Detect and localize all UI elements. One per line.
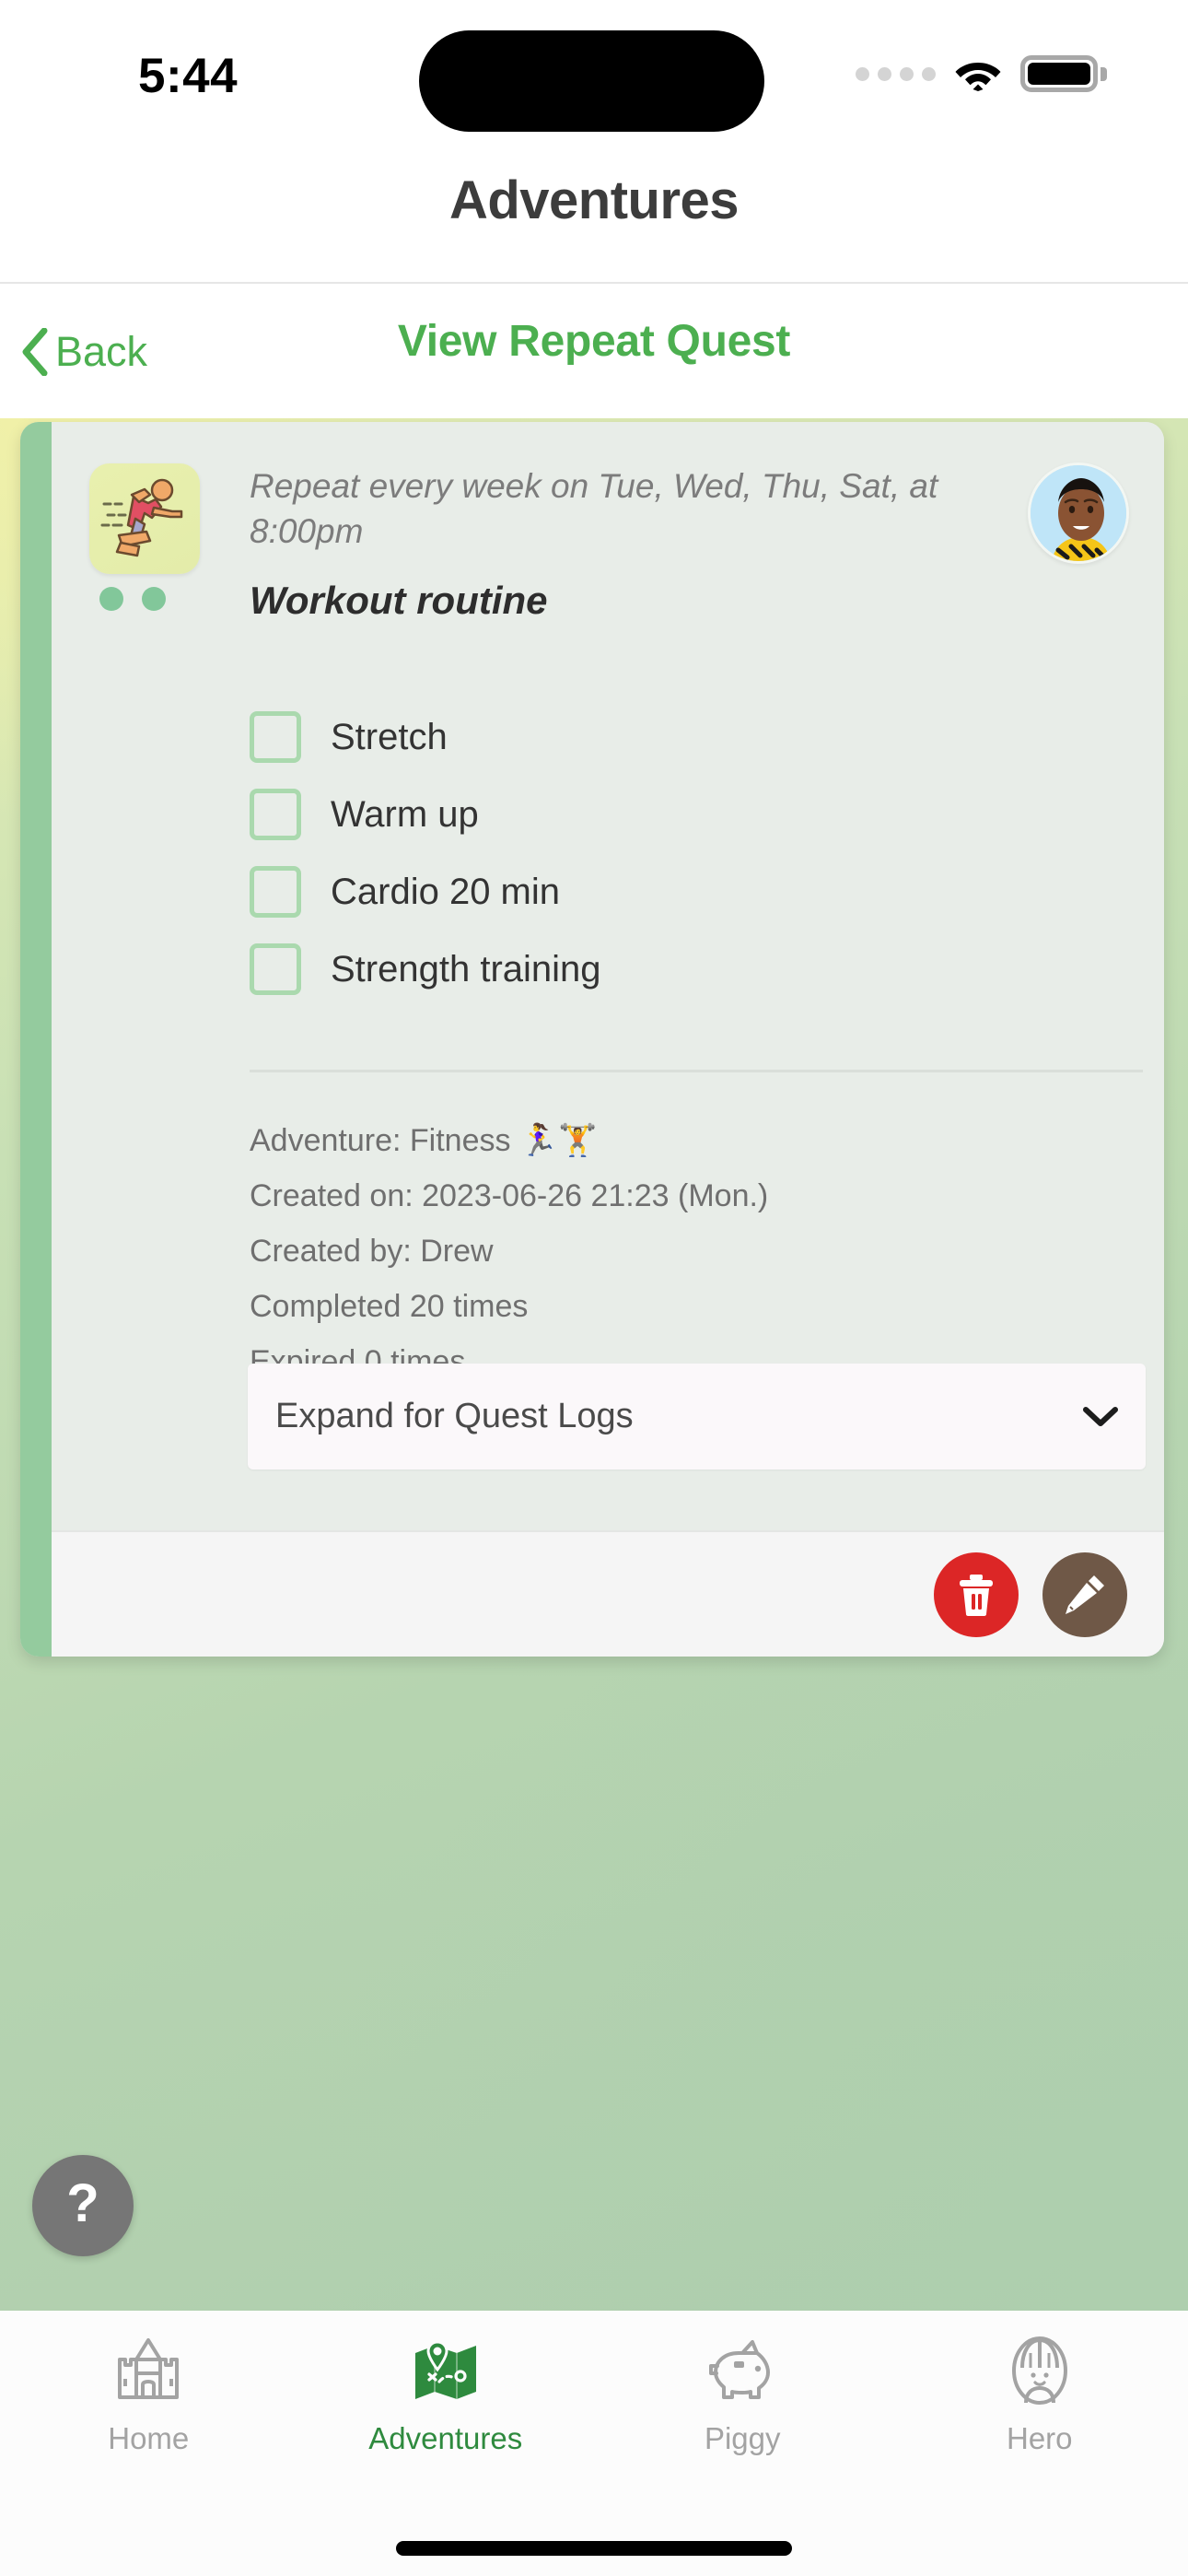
delete-button[interactable] (934, 1552, 1019, 1637)
card-divider (250, 1070, 1143, 1072)
tab-adventures[interactable]: Adventures (297, 2331, 595, 2456)
checklist-item[interactable]: Stretch (250, 698, 1078, 776)
user-avatar[interactable] (1028, 463, 1129, 564)
tab-home-label: Home (108, 2421, 190, 2455)
metadata-row: Created by: Drew (250, 1234, 494, 1269)
knight-icon (1000, 2331, 1079, 2410)
trash-icon (960, 1575, 993, 1616)
checklist-item[interactable]: Warm up (250, 776, 1078, 853)
battery-icon (1020, 55, 1107, 92)
checkbox-icon[interactable] (250, 711, 301, 763)
checklist-item[interactable]: Strength training (250, 931, 1078, 1008)
running-person-icon (89, 463, 200, 574)
quest-logs-expander-label: Expand for Quest Logs (275, 1397, 634, 1435)
app-title-bar: Adventures (0, 157, 1188, 282)
status-bar-indicators (856, 55, 1107, 92)
quest-progress-dots (99, 587, 200, 611)
card-accent-strip (20, 422, 52, 1657)
content-area: Repeat every week on Tue, Wed, Thu, Sat,… (0, 418, 1188, 2311)
checklist-item-label: Stretch (331, 716, 448, 757)
quest-card: Repeat every week on Tue, Wed, Thu, Sat,… (20, 422, 1164, 1657)
quest-card-footer (52, 1530, 1164, 1657)
checkbox-icon[interactable] (250, 866, 301, 918)
map-icon (406, 2331, 485, 2410)
piggy-bank-icon (703, 2331, 782, 2410)
tab-home[interactable]: Home (0, 2331, 297, 2456)
app-screen: 5:44 Adventures Back View Repeat Quest R… (0, 0, 1188, 2576)
status-bar: 5:44 (0, 0, 1188, 157)
metadata-row: Created on: 2023-06-26 21:23 (Mon.) (250, 1178, 769, 1213)
page-title: Adventures (448, 170, 740, 230)
checklist-item-label: Strength training (331, 948, 601, 989)
chevron-down-icon (1083, 1406, 1118, 1426)
checkbox-icon[interactable] (250, 789, 301, 840)
quest-logs-expander[interactable]: Expand for Quest Logs (248, 1364, 1146, 1469)
metadata-row: Completed 20 times (250, 1289, 529, 1324)
checklist-item-label: Cardio 20 min (331, 871, 561, 912)
tab-hero[interactable]: Hero (891, 2331, 1188, 2456)
checkbox-icon[interactable] (250, 943, 301, 995)
castle-icon (109, 2331, 188, 2410)
quest-icon-group (89, 463, 200, 611)
wifi-icon (955, 63, 1001, 91)
status-bar-time: 5:44 (138, 49, 239, 103)
dynamic-island (419, 30, 764, 132)
pencil-icon (1066, 1575, 1104, 1614)
checklist-item-label: Warm up (331, 793, 479, 835)
help-button[interactable]: ? (32, 2155, 134, 2256)
signal-dots-icon (856, 66, 936, 81)
quest-metadata: Adventure: Fitness 🏃‍♀️🏋️ Created on: 20… (250, 1113, 1124, 1389)
tab-piggy[interactable]: Piggy (594, 2331, 891, 2456)
quest-name: Workout routine (250, 579, 548, 622)
tab-adventures-label: Adventures (368, 2421, 523, 2455)
tab-piggy-label: Piggy (704, 2421, 781, 2455)
screen-header: Back View Repeat Quest (0, 282, 1188, 418)
metadata-row: Adventure: Fitness 🏃‍♀️🏋️ (250, 1123, 598, 1158)
bottom-tab-bar: Home Adventures Piggy Hero (0, 2311, 1188, 2576)
quest-repeat-schedule: Repeat every week on Tue, Wed, Thu, Sat,… (250, 467, 938, 550)
tab-hero-label: Hero (1006, 2421, 1073, 2455)
home-indicator[interactable] (396, 2541, 792, 2556)
quest-card-body: Repeat every week on Tue, Wed, Thu, Sat,… (52, 422, 1164, 1530)
help-question-icon: ? (66, 2173, 99, 2233)
screen-title: View Repeat Quest (397, 317, 791, 366)
checklist-item[interactable]: Cardio 20 min (250, 853, 1078, 931)
quest-action-buttons (934, 1552, 1127, 1637)
edit-button[interactable] (1042, 1552, 1127, 1637)
quest-checklist: Stretch Warm up Cardio 20 min Strength t… (250, 698, 1078, 1008)
